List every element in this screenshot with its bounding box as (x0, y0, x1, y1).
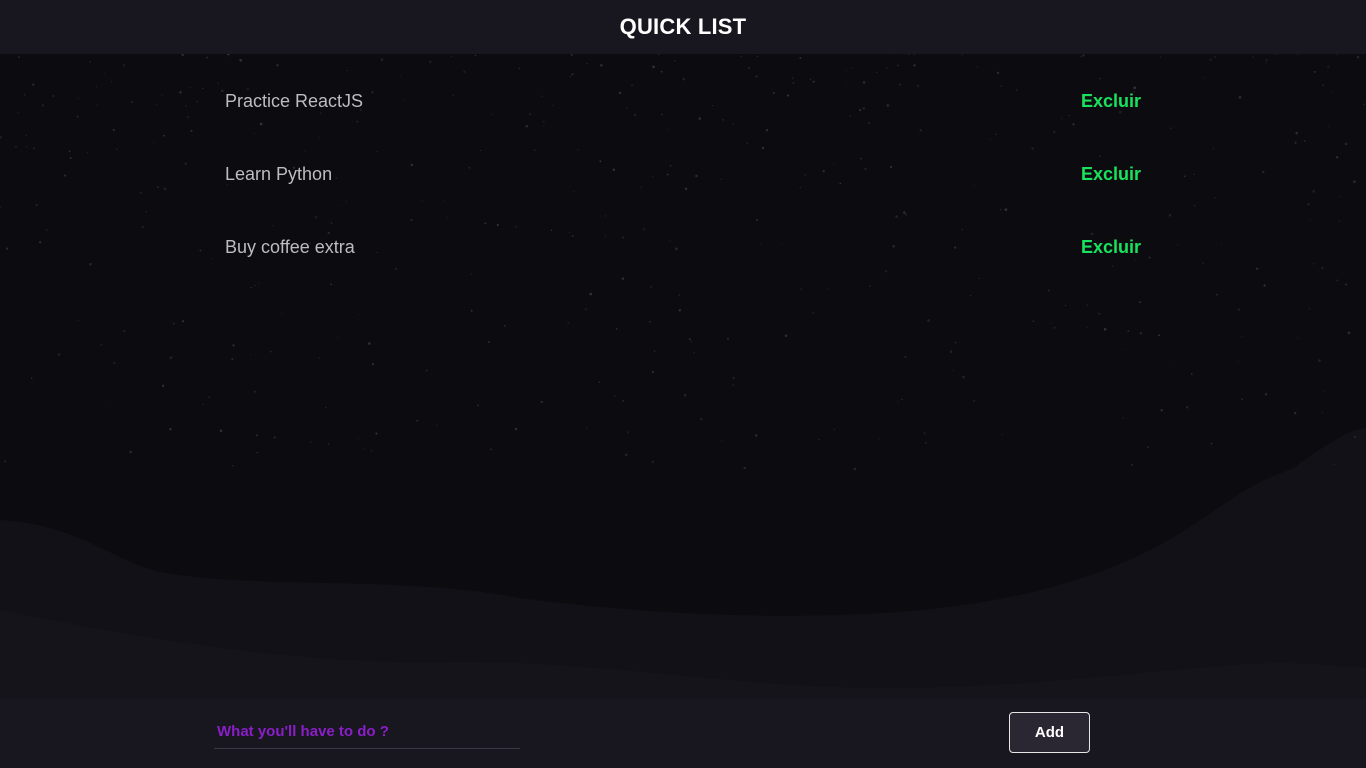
add-button[interactable]: Add (1009, 712, 1090, 753)
task-text: Practice ReactJS (225, 91, 364, 111)
task-text: Learn Python (225, 164, 333, 184)
app-window: QUICK LIST Practice ReactJS Excluir Lear… (0, 0, 1366, 768)
footer-bar: Add (0, 699, 1366, 768)
delete-button[interactable]: Excluir (1081, 159, 1141, 189)
task-item: Practice ReactJS Excluir (225, 86, 1145, 116)
task-text: Buy coffee extra (225, 237, 355, 257)
task-item: Buy coffee extra Excluir (225, 232, 1145, 262)
delete-button[interactable]: Excluir (1081, 232, 1141, 262)
delete-button[interactable]: Excluir (1081, 86, 1141, 116)
task-input[interactable] (214, 715, 520, 749)
app-header: QUICK LIST (0, 0, 1366, 54)
page-title: QUICK LIST (619, 14, 747, 39)
task-item: Learn Python Excluir (225, 159, 1145, 189)
